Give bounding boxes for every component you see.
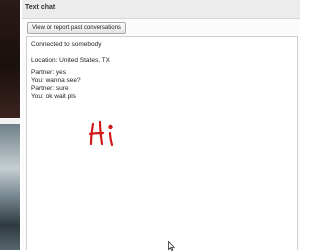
location-line: Location: United States, TX — [31, 57, 111, 64]
text-chat-panel: Text chat View or report past conversati… — [22, 0, 300, 250]
video-column — [0, 0, 20, 250]
stranger-video — [0, 0, 20, 118]
chat-message: Partner: sure — [31, 85, 69, 92]
chat-message: Partner: yes — [31, 69, 67, 76]
chat-message: You: ok wait pls — [31, 93, 76, 100]
view-past-conversations-button[interactable]: View or report past conversations — [27, 22, 126, 34]
chat-log[interactable]: Connected to somebody Location: United S… — [26, 36, 298, 250]
self-video — [0, 124, 20, 250]
handwritten-hi-annotation — [88, 120, 114, 147]
chat-title: Text chat — [25, 4, 56, 11]
system-message: Connected to somebody — [31, 41, 102, 48]
chat-message: You: wanna see? — [31, 77, 81, 84]
chat-header: Text chat — [22, 0, 300, 19]
